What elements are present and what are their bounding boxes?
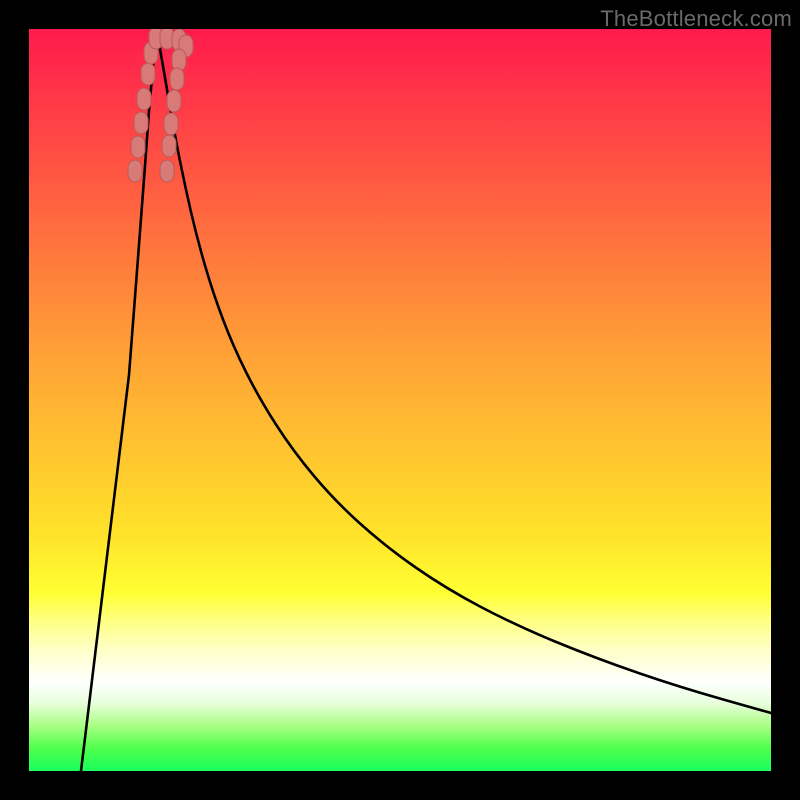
data-marker — [161, 134, 177, 158]
plot-frame — [29, 29, 771, 771]
data-marker — [169, 67, 185, 91]
data-marker — [159, 159, 175, 183]
data-marker — [136, 87, 152, 111]
data-marker — [127, 159, 143, 183]
data-marker — [130, 135, 146, 159]
data-marker — [166, 89, 182, 113]
data-marker — [140, 62, 156, 86]
data-markers — [29, 29, 771, 771]
data-marker — [133, 111, 149, 135]
watermark-text: TheBottleneck.com — [600, 6, 792, 32]
data-marker — [163, 112, 179, 136]
